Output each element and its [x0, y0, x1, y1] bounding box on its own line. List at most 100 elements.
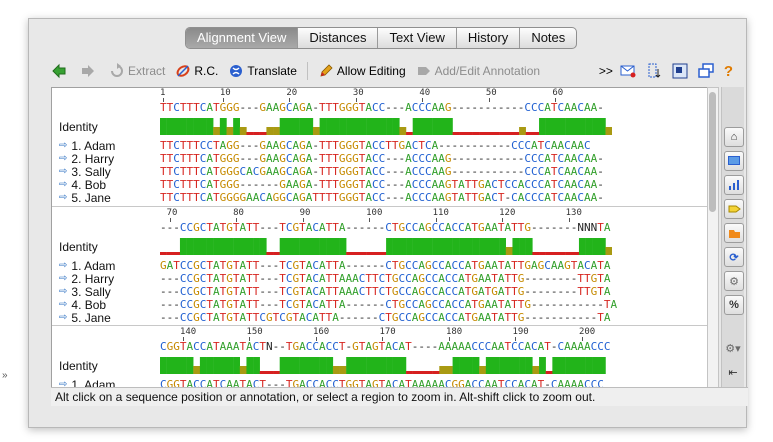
- identity-bar: [339, 238, 347, 255]
- alignment-block[interactable]: 1 10 20 30 40 50 60 TTCTTTCATGGG---GAAGCAGA-TTT…: [52, 88, 707, 206]
- toolbar-divider: [306, 62, 308, 80]
- identity-bar: [465, 132, 473, 135]
- identity-bar: [319, 238, 327, 255]
- toolbar-overflow-button[interactable]: >>: [599, 64, 613, 78]
- identity-bar: [199, 238, 207, 255]
- alignment-block[interactable]: 70 80 90 100 110 120 130 ---CCGCTATGTATT---TCGT…: [52, 208, 707, 326]
- export-button[interactable]: [724, 223, 744, 243]
- sequence-row[interactable]: GATCCGCTATGTATT---TCGTACATTA------CTGCCA…: [160, 260, 611, 272]
- tab-text-view[interactable]: Text View: [378, 28, 457, 48]
- sequence-row[interactable]: ---CCGCTATGTATT---TCGTACATTAAACTTCTGCCAG…: [160, 286, 611, 298]
- column-select-button[interactable]: [646, 63, 665, 79]
- zoom-region-button[interactable]: [672, 63, 691, 79]
- sequence-name[interactable]: ⇨ 4. Bob: [59, 299, 106, 311]
- sequence-name[interactable]: ⇨ 4. Bob: [59, 179, 106, 191]
- annotation-arrow-icon: [417, 67, 430, 75]
- sequence-name[interactable]: ⇨ 5. Jane: [59, 312, 111, 324]
- email-button[interactable]: [620, 63, 639, 79]
- sequence-row[interactable]: TTCTTTCATGGGGAACAGGCAGATTTTGGGTACC---ACC…: [160, 192, 604, 204]
- sequence-name[interactable]: ⇨ 1. Adam: [59, 140, 115, 152]
- alignment-block[interactable]: 140 150 160 170 180 190 200 CGGTACCATAAATACTN--…: [52, 327, 707, 390]
- alignment-viewer[interactable]: 1 10 20 30 40 50 60 TTCTTTCATGGG---GAAGCAGA-TTT…: [51, 87, 708, 391]
- identity-bar: [392, 357, 400, 374]
- sequence-name[interactable]: ⇨ 3. Sally: [59, 166, 111, 178]
- sequence-row[interactable]: TTCTTTCATGGG---GAAGCAGA-TTTGGGTACC---ACC…: [160, 153, 604, 165]
- resize-handle[interactable]: »: [2, 370, 8, 381]
- options-button[interactable]: ⚙▾: [724, 339, 742, 357]
- reverse-complement-button[interactable]: R.C.: [175, 63, 218, 79]
- scrollbar-thumb[interactable]: [709, 92, 716, 212]
- identity-label: Identity: [59, 240, 98, 254]
- identity-bar: [339, 118, 347, 135]
- sequence-row[interactable]: ---CCGCTATGTATTCGTCGTACATTA------CTGCCAG…: [160, 312, 611, 324]
- sequence-name[interactable]: ⇨ 5. Jane: [59, 192, 111, 204]
- allow-editing-button[interactable]: Allow Editing: [318, 63, 406, 79]
- column-select-icon: [648, 63, 661, 78]
- identity-bar: [539, 118, 546, 135]
- identity-bar: [512, 357, 520, 374]
- back-button[interactable]: [51, 63, 70, 79]
- identity-bar: [525, 357, 533, 374]
- identity-bar: [512, 238, 520, 255]
- identity-bar: [206, 357, 214, 374]
- identity-bar: [432, 118, 440, 135]
- ruler-tick-label: 50: [485, 88, 497, 98]
- identity-bar: [505, 132, 513, 135]
- sequence-row[interactable]: TTCTTTCCTAGG---GAAGCAGA-TTTGGGTACCTTGACT…: [160, 140, 591, 152]
- consensus-sequence[interactable]: TTCTTTCATGGG---GAAGCAGA-TTTGGGTACC---ACC…: [160, 102, 604, 114]
- collapse-panel-button[interactable]: ⇤: [724, 363, 742, 381]
- sequence-row[interactable]: ---CCGCTATGTATT---TCGTACATTA------CTGCCA…: [160, 299, 617, 311]
- identity-bar: [412, 371, 420, 374]
- identity-bar: [539, 357, 546, 374]
- identity-label: Identity: [59, 120, 98, 134]
- graphs-button[interactable]: [724, 175, 744, 195]
- tab-notes[interactable]: Notes: [520, 28, 576, 48]
- percentage-button[interactable]: %: [724, 295, 744, 315]
- forward-button[interactable]: [80, 63, 99, 79]
- windows-icon: [698, 63, 714, 78]
- tab-history[interactable]: History: [457, 28, 521, 48]
- sequence-arrow-icon: ⇨: [59, 179, 68, 190]
- annotations-button[interactable]: [724, 199, 744, 219]
- collapse-icon: ⇤: [728, 366, 738, 379]
- translate-button[interactable]: Translate: [228, 63, 297, 79]
- consensus-sequence[interactable]: CGGTACCATAAATACTN--TGACCACCT-GTAGTACAT--…: [160, 341, 611, 353]
- sequence-row[interactable]: TTCTTTCATGGGCACGAAGCAGA-TTTGGGTACC---ACC…: [160, 166, 604, 178]
- ruler-tick-label: 160: [312, 327, 330, 337]
- ruler-tick-label: 120: [499, 208, 516, 218]
- refresh-button[interactable]: ⟳: [724, 247, 744, 267]
- sequence-arrow-icon: ⇨: [59, 192, 68, 203]
- identity-bar: [532, 252, 540, 255]
- identity-bar: [499, 357, 506, 374]
- extract-button[interactable]: Extract: [109, 63, 165, 79]
- identity-bar: [326, 357, 334, 374]
- sequence-name[interactable]: ⇨ 3. Sally: [59, 286, 111, 298]
- sequence-name[interactable]: ⇨ 2. Harry: [59, 273, 114, 285]
- vertical-scrollbar[interactable]: [707, 87, 719, 391]
- settings-button[interactable]: ⚙: [724, 271, 744, 291]
- identity-bar: [266, 127, 274, 135]
- consensus-sequence[interactable]: ---CCGCTATGTATT---TCGTACATTA------CTGCCA…: [160, 222, 611, 234]
- identity-bar: [179, 118, 187, 135]
- help-button[interactable]: ?: [724, 63, 733, 80]
- sequence-name[interactable]: ⇨ 1. Adam: [59, 260, 115, 272]
- identity-bar: [366, 357, 373, 374]
- sequence-name-label: 4. Bob: [71, 178, 107, 192]
- tab-distances[interactable]: Distances: [298, 28, 379, 48]
- sequence-arrow-icon: ⇨: [59, 166, 68, 177]
- home-button[interactable]: ⌂: [724, 127, 744, 147]
- identity-bar: [359, 357, 367, 374]
- sequence-row[interactable]: TTCTTTCATGGG------GAAGA-TTTGGGTACC---ACC…: [160, 179, 604, 191]
- new-window-button[interactable]: [698, 63, 717, 79]
- identity-bar: [253, 132, 260, 135]
- question-mark-icon: ?: [723, 62, 733, 80]
- identity-bar: [492, 238, 500, 255]
- sequence-name[interactable]: ⇨ 2. Harry: [59, 153, 114, 165]
- identity-bar: [432, 371, 440, 374]
- sequence-row[interactable]: ---CCGCTATGTATT---TCGTACATTAAACTTCTGCCAG…: [160, 273, 611, 285]
- identity-bar: [386, 357, 393, 374]
- position-ruler: 140 150 160 170 180 190 200: [160, 327, 705, 341]
- tab-alignment-view[interactable]: Alignment View: [186, 28, 299, 48]
- display-button[interactable]: [724, 151, 744, 171]
- add-edit-annotation-button[interactable]: Add/Edit Annotation: [416, 63, 540, 79]
